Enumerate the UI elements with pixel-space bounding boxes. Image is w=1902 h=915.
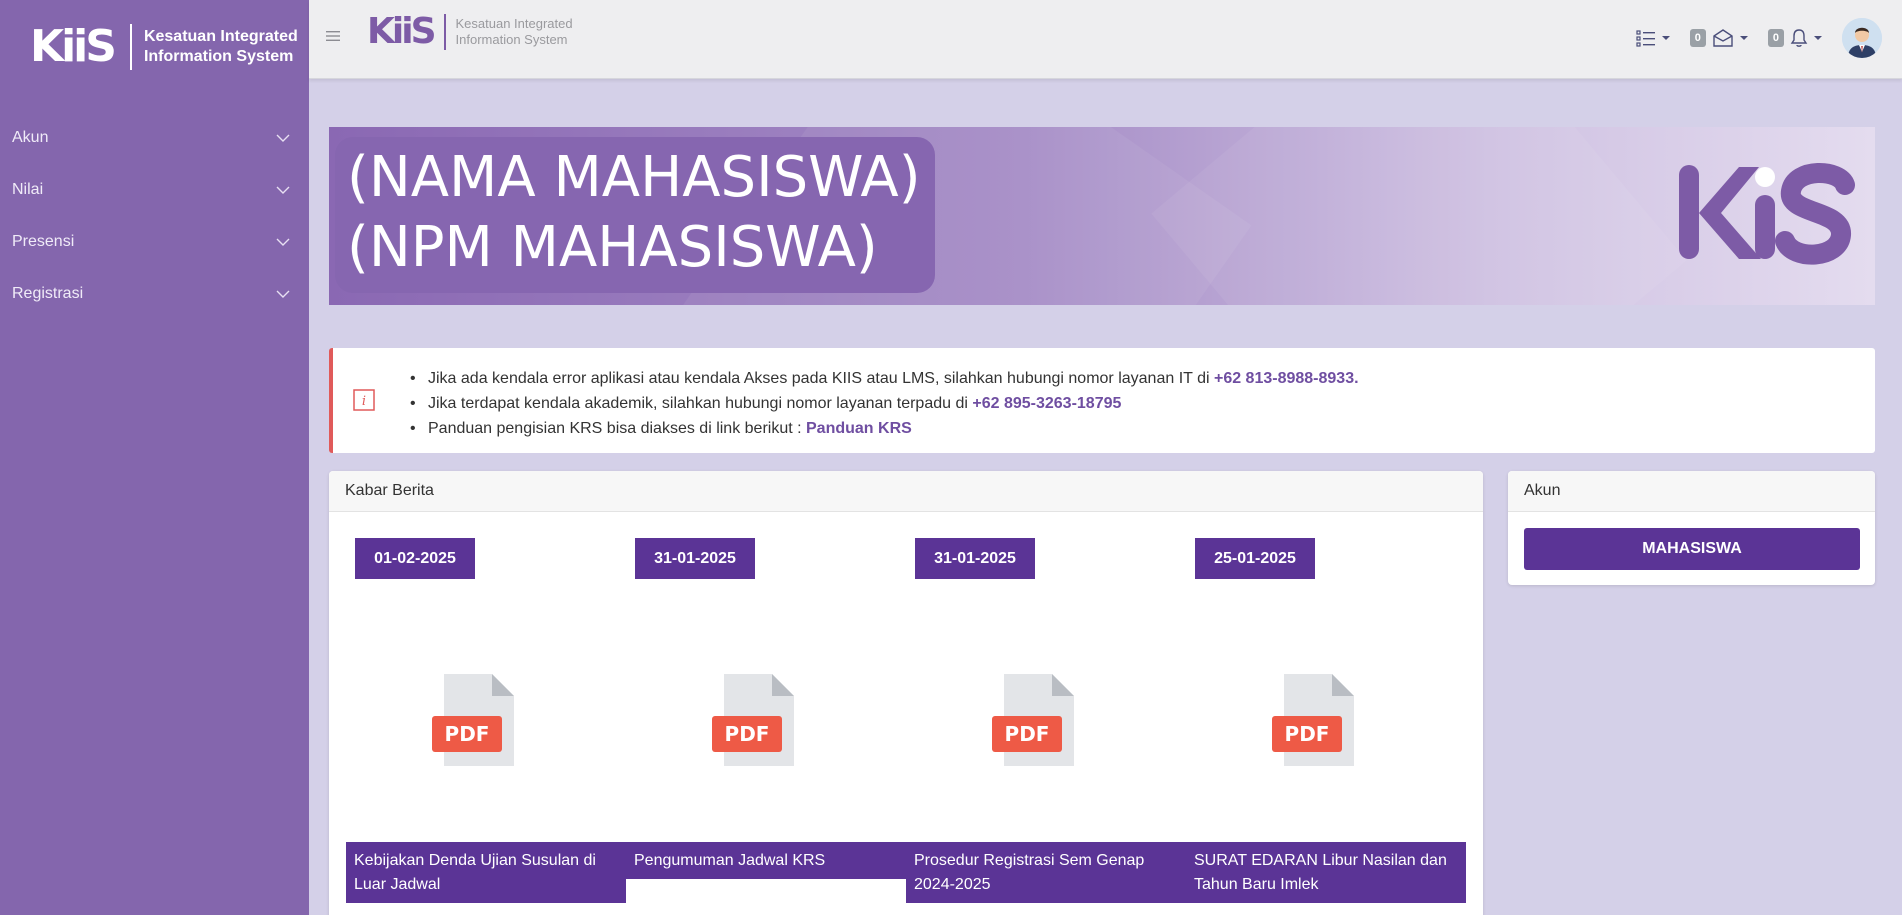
messages-count-badge: 0	[1689, 29, 1706, 47]
caret-down-icon	[1814, 36, 1822, 40]
academic-support-phone[interactable]: +62 895-3263-18795	[972, 395, 1121, 412]
topbar: KiiS Kesatuan Integrated Information Sys…	[309, 0, 1902, 79]
sidebar-item-akun[interactable]: Akun	[0, 112, 309, 164]
news-date-badge: 31-01-2025	[635, 538, 755, 579]
info-item-krs-guide: Panduan pengisian KRS bisa diakses di li…	[408, 416, 1359, 441]
news-title-link[interactable]: Prosedur Registrasi Sem Genap 2024-2025	[906, 842, 1186, 903]
news-card-title: Kabar Berita	[329, 471, 1483, 512]
info-icon: i	[353, 389, 375, 411]
pdf-label: PDF	[1005, 722, 1050, 746]
topbar-brand-line-2: Information System	[455, 32, 568, 47]
info-text: Panduan pengisian KRS bisa diakses di li…	[428, 420, 806, 437]
student-banner: (NAMA MAHASISWA) (NPM MAHASISWA)	[329, 127, 1875, 305]
news-item: 25-01-2025 PDF SURAT EDARAN Libur Nasila…	[1186, 512, 1466, 915]
topbar-brand-name: Kesatuan Integrated Information System	[456, 16, 573, 48]
news-date-badge: 01-02-2025	[355, 538, 475, 579]
student-npm: (NPM MAHASISWA)	[347, 215, 878, 280]
sidebar-item-label: Registrasi	[12, 285, 84, 302]
envelope-icon	[1713, 29, 1733, 47]
topbar-logo-divider	[443, 14, 446, 50]
topbar-logo-text: KiiS	[367, 11, 436, 52]
account-card: Akun MAHASISWA	[1508, 471, 1875, 585]
notifications-dropdown[interactable]: 0	[1767, 28, 1822, 48]
caret-down-icon	[1739, 36, 1748, 40]
news-title-link[interactable]: SURAT EDARAN Libur Nasilan dan Tahun Bar…	[1186, 842, 1466, 903]
chevron-down-icon	[276, 238, 290, 246]
pdf-label: PDF	[445, 722, 490, 746]
chevron-down-icon	[276, 186, 290, 194]
svg-text:i: i	[362, 394, 366, 409]
tasks-dropdown[interactable]	[1636, 29, 1670, 47]
hamburger-menu-icon[interactable]	[325, 28, 341, 44]
pdf-file-icon[interactable]: PDF	[992, 672, 1078, 770]
notifications-count-badge: 0	[1767, 29, 1784, 47]
brand-logo-text: KiiS	[30, 21, 117, 72]
pdf-file-icon[interactable]: PDF	[712, 672, 798, 770]
info-alert: i Jika ada kendala error aplikasi atau k…	[329, 348, 1875, 453]
info-list: Jika ada kendala error aplikasi atau ken…	[408, 366, 1359, 441]
pdf-file-icon[interactable]: PDF	[432, 672, 518, 770]
news-title-link[interactable]: Pengumuman Jadwal KRS	[626, 842, 906, 879]
sidebar-menu: Akun Nilai Presensi Registrasi	[0, 112, 309, 320]
info-text: Jika ada kendala error aplikasi atau ken…	[428, 370, 1214, 387]
student-name: (NAMA MAHASISWA)	[347, 145, 921, 210]
news-date-badge: 25-01-2025	[1195, 538, 1315, 579]
news-item: 01-02-2025 PDF Kebijakan Denda Ujian Sus…	[346, 512, 626, 915]
user-avatar[interactable]	[1842, 18, 1882, 58]
banner-student-info: (NAMA MAHASISWA) (NPM MAHASISWA)	[335, 137, 935, 293]
topbar-logo[interactable]: KiiS Kesatuan Integrated Information Sys…	[367, 14, 573, 50]
mahasiswa-button[interactable]: MAHASISWA	[1524, 528, 1860, 570]
topbar-brand-line-1: Kesatuan Integrated	[455, 16, 573, 31]
news-date-badge: 31-01-2025	[915, 538, 1035, 579]
news-item: 31-01-2025 PDF Pengumuman Jadwal KRS	[626, 512, 906, 915]
topbar-actions: 0 0	[1636, 18, 1882, 58]
pdf-file-icon[interactable]: PDF	[1272, 672, 1358, 770]
sidebar-item-label: Akun	[12, 129, 49, 146]
pdf-label: PDF	[1285, 722, 1330, 746]
avatar-image	[1842, 18, 1882, 58]
news-card: Kabar Berita 01-02-2025 PDF Kebijakan De…	[329, 471, 1483, 915]
brand-name: Kesatuan Integrated Information System	[144, 27, 298, 67]
info-item-it-support: Jika ada kendala error aplikasi atau ken…	[408, 366, 1359, 391]
messages-dropdown[interactable]: 0	[1689, 29, 1748, 47]
info-item-academic-support: Jika terdapat kendala akademik, silahkan…	[408, 391, 1359, 416]
sidebar-item-label: Nilai	[12, 181, 44, 198]
sidebar-item-nilai[interactable]: Nilai	[0, 164, 309, 216]
sidebar-item-registrasi[interactable]: Registrasi	[0, 268, 309, 320]
list-icon	[1636, 30, 1655, 47]
chevron-down-icon	[276, 134, 290, 142]
brand-line-1: Kesatuan Integrated	[143, 28, 298, 45]
info-text: Jika terdapat kendala akademik, silahkan…	[428, 395, 973, 412]
chevron-down-icon	[276, 290, 290, 298]
bell-icon	[1790, 29, 1808, 47]
sidebar-item-label: Presensi	[12, 233, 75, 250]
news-item: 31-01-2025 PDF Prosedur Registrasi Sem G…	[906, 512, 1186, 915]
sidebar-item-presensi[interactable]: Presensi	[0, 216, 309, 268]
krs-guide-link[interactable]: Panduan KRS	[806, 420, 912, 437]
news-title-link[interactable]: Kebijakan Denda Ujian Susulan di Luar Ja…	[346, 842, 626, 903]
brand-divider	[129, 24, 132, 70]
pdf-label: PDF	[725, 722, 770, 746]
brand-logo: KiiS Kesatuan Integrated Information Sys…	[30, 24, 298, 70]
banner-logo	[1679, 163, 1855, 265]
caret-down-icon	[1661, 36, 1670, 40]
brand-line-2: Information System	[143, 48, 294, 65]
account-card-title: Akun	[1508, 471, 1875, 512]
it-support-phone[interactable]: +62 813-8988-8933.	[1214, 370, 1359, 387]
sidebar: KiiS Kesatuan Integrated Information Sys…	[0, 0, 309, 915]
banner-decoration	[1151, 127, 1687, 305]
sidebar-brand[interactable]: KiiS Kesatuan Integrated Information Sys…	[0, 0, 309, 94]
